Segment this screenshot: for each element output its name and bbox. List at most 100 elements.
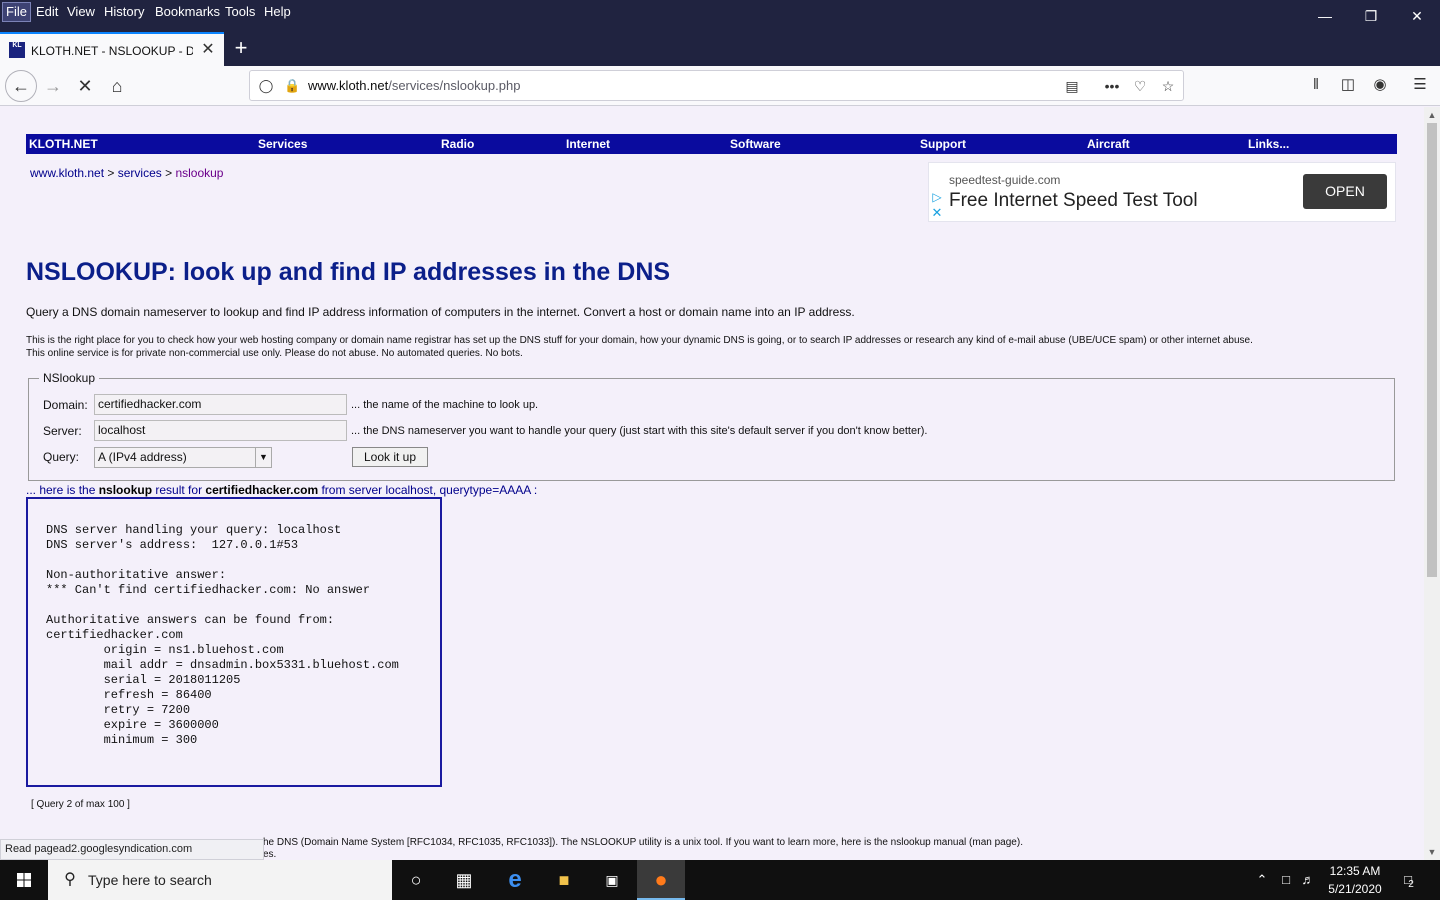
bookmark-star-icon[interactable]: ☆ [1157, 76, 1179, 96]
server-hint: ... the DNS nameserver you want to handl… [351, 425, 928, 437]
breadcrumb-separator: > [104, 166, 118, 180]
page-title: NSLOOKUP: look up and find IP addresses … [26, 258, 671, 286]
chevron-down-icon[interactable]: ▼ [255, 448, 271, 467]
nslookup-form: NSlookup Domain: certifiedhacker.com ...… [28, 370, 1395, 481]
cortana-icon[interactable]: ○ [392, 860, 440, 900]
new-tab-button[interactable]: + [230, 36, 252, 60]
tab-title: KLOTH.NET - NSLOOKUP - DNS [31, 44, 193, 58]
home-icon[interactable]: ⌂ [102, 71, 132, 101]
vertical-scrollbar[interactable]: ▲ ▼ [1424, 107, 1440, 860]
library-icon[interactable]: ‖ [1305, 74, 1327, 96]
ad-headline[interactable]: Free Internet Speed Test Tool [949, 189, 1198, 213]
terminal-icon[interactable]: ▣ [588, 860, 636, 900]
hamburger-menu-icon[interactable]: ☰ [1409, 74, 1431, 96]
server-input[interactable]: localhost [94, 420, 347, 441]
network-icon[interactable]: □ [1276, 870, 1296, 890]
insecure-lock-icon[interactable]: 🔒 [284, 77, 300, 95]
status-bar: Read pagead2.googlesyndication.com [0, 839, 264, 860]
site-favicon-icon: KL [9, 42, 25, 58]
taskbar-search-placeholder: Type here to search [88, 872, 212, 888]
site-nav-support[interactable]: Support [920, 137, 966, 151]
menu-edit[interactable]: Edit [33, 3, 61, 21]
site-nav-aircraft[interactable]: Aircraft [1087, 137, 1130, 151]
query-type-select[interactable]: A (IPv4 address) ▼ [94, 447, 272, 468]
server-label: Server: [43, 424, 82, 438]
search-icon: ⚲ [64, 871, 76, 888]
pocket-icon[interactable]: ♡ [1129, 76, 1151, 96]
site-nav-internet[interactable]: Internet [566, 137, 610, 151]
site-nav-services[interactable]: Services [258, 137, 307, 151]
tab-strip: KL KLOTH.NET - NSLOOKUP - DNS ✕ + [0, 32, 1440, 66]
footer-paragraph-cont: es. [263, 849, 277, 860]
menu-tools[interactable]: Tools [222, 3, 258, 21]
url-text[interactable]: www.kloth.net/services/nslookup.php [308, 77, 1008, 95]
ad-domain[interactable]: speedtest-guide.com [949, 172, 1060, 188]
firefox-icon[interactable]: ● [637, 860, 685, 900]
tab-kloth-nslookup[interactable]: KL KLOTH.NET - NSLOOKUP - DNS ✕ [0, 32, 224, 66]
site-nav-radio[interactable]: Radio [441, 137, 474, 151]
volume-muted-icon[interactable]: ♬ [1298, 870, 1318, 890]
sidebar-icon[interactable]: ◫ [1337, 74, 1359, 96]
forward-arrow-icon[interactable]: → [38, 71, 68, 101]
site-nav-software[interactable]: Software [730, 137, 781, 151]
minimize-button[interactable]: — [1302, 4, 1348, 28]
windows-start-icon[interactable] [0, 860, 48, 900]
intro-paragraph: Query a DNS domain nameserver to lookup … [26, 305, 855, 319]
page-actions-icon[interactable]: ••• [1101, 76, 1123, 96]
address-bar[interactable]: ◯ 🔒 www.kloth.net/services/nslookup.php … [249, 70, 1184, 101]
taskbar: ⚲ Type here to search ○ ▦ e ■ ▣ ● ⌃ □ ♬ … [0, 860, 1440, 900]
tracking-shield-icon[interactable]: ◯ [258, 77, 274, 95]
windows-logo-icon [17, 873, 31, 887]
form-legend: NSlookup [39, 370, 100, 386]
close-window-button[interactable]: ✕ [1394, 4, 1440, 28]
breadcrumb-separator: > [161, 166, 176, 180]
back-arrow-icon[interactable]: ← [5, 70, 37, 102]
restore-button[interactable]: ❐ [1348, 4, 1394, 28]
reader-view-icon[interactable]: ▤ [1061, 76, 1083, 96]
task-view-icon[interactable]: ▦ [440, 860, 488, 900]
result-caption-mid: result for [152, 483, 206, 497]
edge-browser-icon[interactable]: e [491, 860, 539, 900]
query-label: Query: [43, 450, 80, 464]
menu-help[interactable]: Help [261, 3, 294, 21]
file-explorer-icon[interactable]: ■ [540, 860, 588, 900]
menu-bookmarks[interactable]: Bookmarks [152, 3, 223, 21]
ad-choices-play-icon[interactable]: ▷ [930, 190, 944, 204]
tray-chevron-up-icon[interactable]: ⌃ [1252, 870, 1272, 890]
taskbar-search-box[interactable]: ⚲ Type here to search [48, 860, 392, 900]
menu-view[interactable]: View [64, 3, 98, 21]
ad-close-icon[interactable]: ✕ [930, 206, 944, 220]
result-caption-tool: nslookup [98, 483, 153, 497]
query-counter: [ Query 2 of max 100 ] [31, 799, 130, 810]
notification-count-badge: 2 [1408, 879, 1414, 890]
breadcrumb-services-link[interactable]: services [118, 166, 162, 180]
menu-file[interactable]: File [2, 2, 31, 22]
navigation-toolbar: ← → ✕ ⌂ ◯ 🔒 www.kloth.net/services/nsloo… [0, 66, 1440, 106]
footer-paragraph: he DNS (Domain Name System [RFC1034, RFC… [263, 837, 1023, 848]
breadcrumb-home-link[interactable]: www.kloth.net [30, 166, 104, 180]
result-caption-domain: certifiedhacker.com [205, 483, 319, 497]
ad-banner[interactable]: ▷ ✕ speedtest-guide.com Free Internet Sp… [928, 162, 1396, 222]
ad-open-button[interactable]: OPEN [1303, 174, 1387, 209]
look-it-up-button[interactable]: Look it up [352, 447, 428, 467]
scroll-down-icon[interactable]: ▼ [1424, 844, 1440, 860]
clock-time[interactable]: 12:35 AM [1326, 863, 1384, 879]
domain-input[interactable]: certifiedhacker.com [94, 394, 347, 415]
tab-close-icon[interactable]: ✕ [200, 40, 216, 60]
result-caption: ... here is the nslookup result for cert… [26, 482, 537, 498]
menu-history[interactable]: History [101, 3, 147, 21]
site-nav-links[interactable]: Links... [1248, 137, 1289, 151]
breadcrumb-current[interactable]: nslookup [175, 166, 223, 180]
domain-hint: ... the name of the machine to look up. [351, 399, 539, 411]
scroll-up-icon[interactable]: ▲ [1424, 107, 1440, 123]
account-icon[interactable]: ◉ [1369, 74, 1391, 96]
result-caption-prefix: ... here is the [26, 483, 99, 497]
result-caption-suffix: from server localhost, querytype=AAAA : [318, 483, 538, 497]
stop-loading-icon[interactable]: ✕ [70, 71, 100, 101]
page-viewport: KLOTH.NET Services Radio Internet Softwa… [0, 107, 1424, 860]
nslookup-output: DNS server handling your query: localhos… [46, 523, 399, 747]
clock-date[interactable]: 5/21/2020 [1326, 881, 1384, 897]
usage-notice: This online service is for private non-c… [26, 348, 523, 359]
site-nav-home[interactable]: KLOTH.NET [29, 137, 98, 151]
scrollbar-thumb[interactable] [1427, 123, 1437, 577]
